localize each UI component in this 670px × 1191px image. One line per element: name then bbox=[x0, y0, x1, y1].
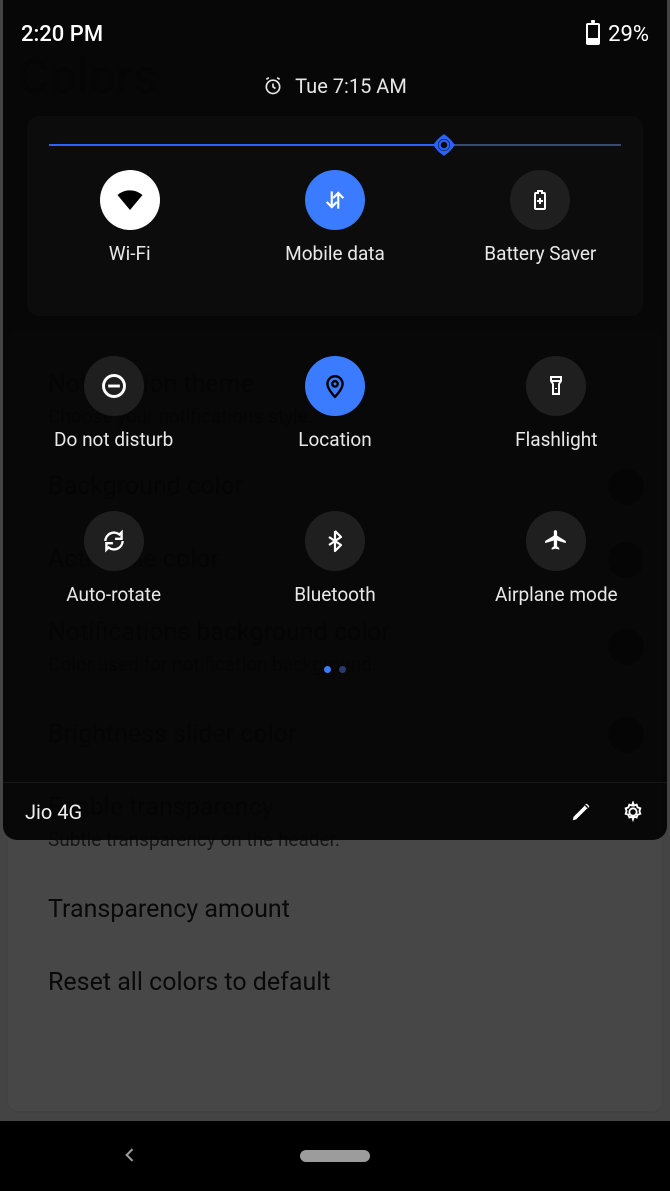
flashlight-button[interactable] bbox=[526, 356, 586, 416]
dnd-icon bbox=[100, 372, 128, 400]
tile-label: Flashlight bbox=[515, 428, 597, 451]
qs-body: Do not disturb Location Flashlight bbox=[3, 356, 667, 673]
location-icon bbox=[322, 373, 348, 399]
bluetooth-button[interactable] bbox=[305, 511, 365, 571]
alarm-row[interactable]: Tue 7:15 AM bbox=[3, 52, 667, 110]
edit-button[interactable] bbox=[569, 800, 593, 824]
nav-bar bbox=[0, 1121, 670, 1191]
brightness-slider[interactable] bbox=[49, 128, 621, 162]
airplane-icon bbox=[543, 528, 569, 554]
qs-footer: Jio 4G bbox=[3, 782, 667, 840]
rotate-icon bbox=[101, 528, 127, 554]
tile-battery-saver[interactable]: Battery Saver bbox=[450, 170, 630, 265]
tile-dnd[interactable]: Do not disturb bbox=[24, 356, 204, 451]
status-right: 29% bbox=[586, 22, 649, 47]
battery-saver-button[interactable] bbox=[510, 170, 570, 230]
autorotate-button[interactable] bbox=[84, 511, 144, 571]
alarm-icon bbox=[263, 76, 283, 96]
tile-label: Mobile data bbox=[285, 242, 385, 265]
qs-top-card: Wi-Fi Mobile data Battery Saver bbox=[27, 116, 643, 316]
airplane-button[interactable] bbox=[526, 511, 586, 571]
tile-autorotate[interactable]: Auto-rotate bbox=[24, 511, 204, 606]
flashlight-icon bbox=[544, 374, 568, 398]
tile-label: Auto-rotate bbox=[66, 583, 161, 606]
data-icon bbox=[322, 187, 348, 213]
pencil-icon bbox=[570, 801, 592, 823]
dnd-button[interactable] bbox=[84, 356, 144, 416]
tile-bluetooth[interactable]: Bluetooth bbox=[245, 511, 425, 606]
brightness-thumb-icon bbox=[431, 132, 457, 158]
tile-label: Battery Saver bbox=[484, 242, 596, 265]
clock: 2:20 PM bbox=[21, 22, 103, 47]
bluetooth-icon bbox=[323, 529, 347, 553]
tile-location[interactable]: Location bbox=[245, 356, 425, 451]
tile-wifi[interactable]: Wi-Fi bbox=[40, 170, 220, 265]
battery-percent: 29% bbox=[608, 22, 649, 47]
tile-airplane[interactable]: Airplane mode bbox=[466, 511, 646, 606]
tile-label: Location bbox=[298, 428, 372, 451]
tile-label: Wi-Fi bbox=[109, 242, 151, 265]
page-indicator bbox=[3, 666, 667, 673]
location-button[interactable] bbox=[305, 356, 365, 416]
mobile-data-button[interactable] bbox=[305, 170, 365, 230]
tile-label: Do not disturb bbox=[54, 428, 173, 451]
wifi-button[interactable] bbox=[100, 170, 160, 230]
tile-label: Airplane mode bbox=[495, 583, 618, 606]
gear-icon bbox=[622, 801, 644, 823]
alarm-text: Tue 7:15 AM bbox=[295, 74, 407, 98]
home-pill[interactable] bbox=[300, 1150, 370, 1162]
tile-label: Bluetooth bbox=[294, 583, 375, 606]
battery-icon bbox=[586, 23, 600, 45]
back-button[interactable] bbox=[120, 1145, 140, 1165]
carrier-label: Jio 4G bbox=[25, 800, 82, 824]
battery-plus-icon bbox=[528, 188, 552, 212]
status-bar: 2:20 PM 29% bbox=[3, 0, 667, 52]
dot bbox=[339, 666, 346, 673]
dot-active bbox=[324, 666, 331, 673]
wifi-icon bbox=[115, 185, 145, 215]
tile-mobile-data[interactable]: Mobile data bbox=[245, 170, 425, 265]
quick-settings-panel: 2:20 PM 29% Tue 7:15 AM bbox=[3, 0, 667, 840]
tile-flashlight[interactable]: Flashlight bbox=[466, 356, 646, 451]
settings-button[interactable] bbox=[621, 800, 645, 824]
slider-fill bbox=[49, 144, 444, 146]
